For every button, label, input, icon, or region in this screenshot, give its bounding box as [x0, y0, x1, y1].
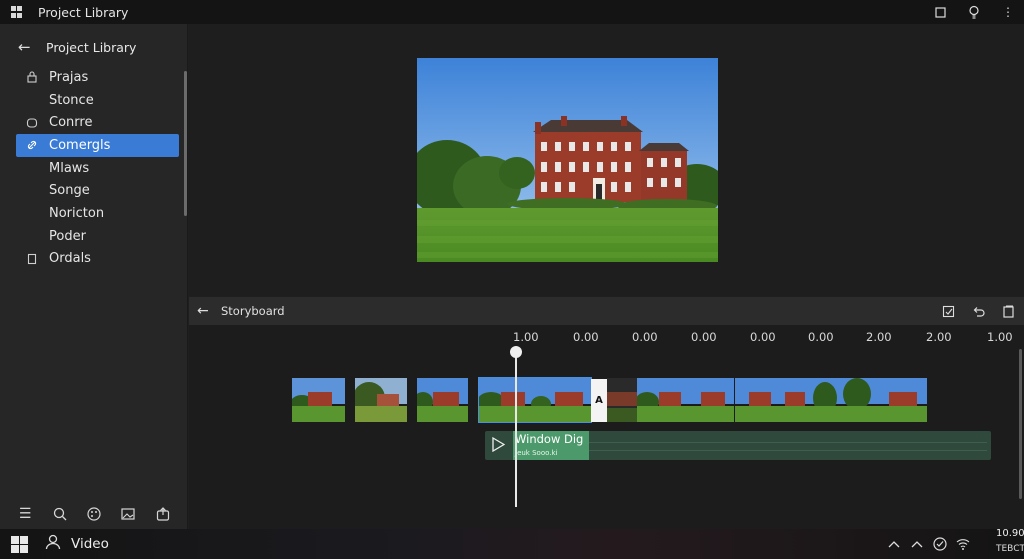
video-preview[interactable]: [417, 58, 718, 262]
undo-icon[interactable]: [970, 303, 986, 319]
sidebar-scrollbar[interactable]: [184, 71, 187, 216]
clock-icon[interactable]: [932, 536, 948, 552]
sidebar-item[interactable]: Conrre: [16, 111, 179, 134]
sidebar-title: Project Library: [46, 39, 137, 55]
sidebar-toolbar: ☰: [0, 499, 188, 529]
video-clip[interactable]: [417, 378, 468, 422]
ruler-tick: 0.00: [750, 330, 776, 344]
taskbar-app-label[interactable]: Video: [71, 536, 109, 552]
chevron-up-icon[interactable]: [886, 536, 902, 552]
sidebar: ← Project Library Prajas Stonce Conrre C…: [0, 24, 188, 529]
clock-time: 10.90: [996, 528, 1024, 539]
waveform-line: [589, 442, 987, 443]
storyboard-title: Storyboard: [221, 304, 285, 318]
sidebar-item[interactable]: Mlaws: [16, 157, 179, 180]
start-button[interactable]: [11, 535, 28, 553]
window-title: Project Library: [38, 4, 129, 20]
sidebar-item-label: Prajas: [49, 69, 89, 85]
video-clip[interactable]: [637, 378, 734, 422]
selected-video-clip[interactable]: [478, 377, 592, 423]
sidebar-item-label: Mlaws: [49, 160, 90, 176]
playhead-handle[interactable]: [510, 346, 522, 358]
sidebar-item-label: Stonce: [49, 92, 94, 108]
copy-icon[interactable]: [1000, 303, 1016, 319]
link-icon: [24, 139, 40, 151]
sidebar-item-label: Poder: [49, 228, 86, 244]
clock-date: TEBCTJOM: [996, 544, 1024, 554]
ruler-tick: 1.00: [987, 330, 1013, 344]
audio-clip-label[interactable]: Window Dig Jeuk Sooo.ki: [513, 431, 589, 460]
sidebar-item[interactable]: Prajas: [16, 66, 179, 89]
sidebar-item-selected[interactable]: Comergls: [16, 134, 179, 157]
windows-logo-icon: [11, 6, 23, 18]
more-icon[interactable]: ⋮: [1000, 4, 1016, 20]
playhead[interactable]: [515, 350, 517, 507]
user-icon[interactable]: [45, 534, 61, 554]
video-clip[interactable]: [355, 378, 407, 422]
timeline-scrollbar[interactable]: [1019, 349, 1022, 499]
sidebar-item[interactable]: Songe: [16, 179, 179, 202]
audio-track[interactable]: Window Dig Jeuk Sooo.ki: [485, 431, 991, 460]
ruler-tick: 2.00: [866, 330, 892, 344]
audio-title: Window Dig: [515, 432, 584, 446]
lock-icon: [24, 71, 40, 83]
sidebar-item-label: Ordals: [49, 251, 91, 267]
search-icon[interactable]: [52, 506, 68, 522]
ruler-tick: 2.00: [926, 330, 952, 344]
sidebar-item[interactable]: Ordals: [16, 248, 179, 271]
chevron-up-icon[interactable]: [909, 536, 925, 552]
crop-icon[interactable]: [940, 303, 956, 319]
ruler-tick: 0.00: [691, 330, 717, 344]
video-clip[interactable]: [292, 378, 345, 422]
video-clip[interactable]: [607, 378, 637, 422]
sidebar-item[interactable]: Noricton: [16, 202, 179, 225]
sidebar-item-label: Songe: [49, 183, 90, 199]
ruler-tick: 0.00: [632, 330, 658, 344]
transition-marker[interactable]: A: [591, 379, 607, 422]
sidebar-item-label: Conrre: [49, 115, 93, 131]
waveform-line: [589, 450, 987, 451]
sidebar-item-label: Comergls: [49, 137, 111, 153]
project-list: Prajas Stonce Conrre Comergls Mlaws Song…: [16, 66, 179, 270]
image-icon[interactable]: [120, 506, 136, 522]
ruler-tick: 0.00: [808, 330, 834, 344]
lightbulb-icon[interactable]: [966, 4, 982, 20]
ruler-tick: 1.00: [513, 330, 539, 344]
taskbar: Video 10.90 TEBCTJOM: [0, 528, 1024, 559]
sidebar-item-label: Noricton: [49, 205, 105, 221]
taskbar-clock[interactable]: 10.90 TEBCTJOM: [989, 528, 1024, 559]
shape-icon: [24, 117, 40, 129]
timeline[interactable]: 1.00 0.00 0.00 0.00 0.00 0.00 2.00 2.00 …: [189, 325, 1024, 529]
document-icon: [24, 253, 40, 265]
storyboard-bar: ← Storyboard: [189, 297, 1024, 325]
video-clip[interactable]: [837, 378, 927, 422]
sidebar-item[interactable]: Stonce: [16, 89, 179, 112]
title-bar: Project Library ⋮: [0, 0, 1024, 24]
back-arrow-icon: ←: [18, 38, 31, 56]
maximize-icon[interactable]: [932, 4, 948, 20]
audio-subtitle: Jeuk Sooo.ki: [515, 449, 558, 457]
system-tray: 10.90 TEBCTJOM: [879, 528, 1024, 559]
wifi-icon[interactable]: [955, 536, 971, 552]
export-icon[interactable]: [155, 506, 171, 522]
back-arrow-icon[interactable]: ←: [197, 303, 215, 319]
sidebar-item[interactable]: Poder: [16, 225, 179, 248]
play-icon[interactable]: [491, 436, 507, 454]
ruler-tick: 0.00: [573, 330, 599, 344]
back-button[interactable]: ← Project Library: [0, 36, 188, 58]
video-clip[interactable]: [735, 378, 837, 422]
palette-icon[interactable]: [86, 506, 102, 522]
menu-icon[interactable]: ☰: [17, 506, 33, 522]
